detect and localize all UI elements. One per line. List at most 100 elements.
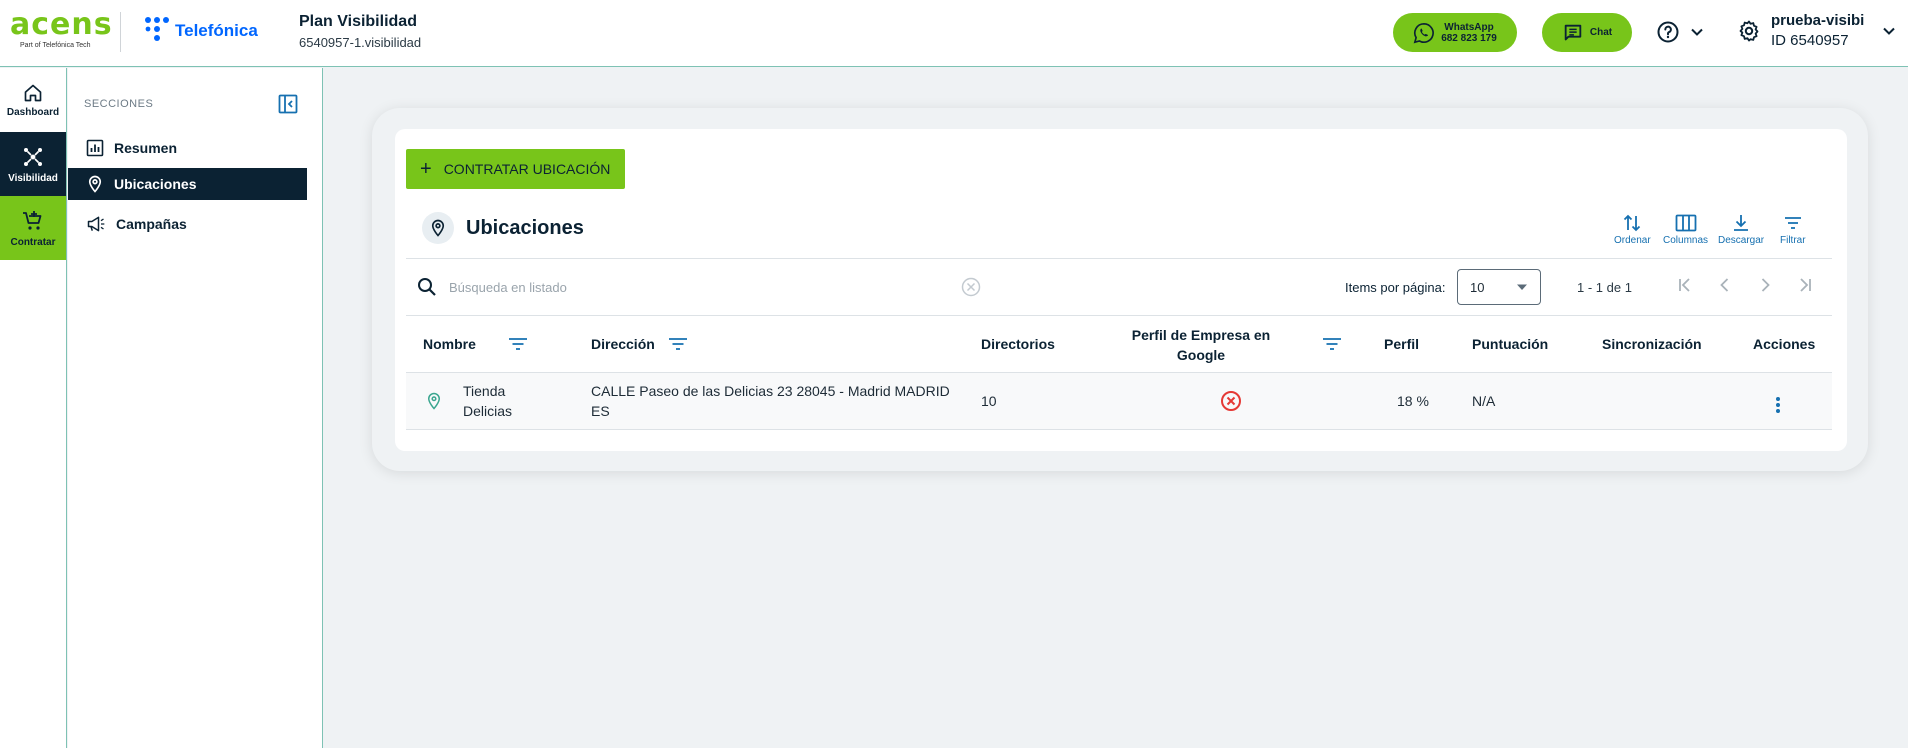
location-pin-icon bbox=[431, 219, 445, 237]
acens-tagline: Part of Telefónica Tech bbox=[20, 42, 91, 49]
whatsapp-number: 682 823 179 bbox=[1441, 32, 1497, 44]
user-name: prueba-visibi bbox=[1771, 12, 1865, 29]
cell-puntuacion: N/A bbox=[1472, 393, 1496, 409]
whatsapp-label: WhatsApp bbox=[1444, 21, 1494, 33]
column-header-direccion[interactable]: Dirección bbox=[591, 336, 655, 352]
column-header-perfil-google-line1: Perfil de Empresa en bbox=[1131, 327, 1271, 343]
help-circle-icon bbox=[1657, 21, 1679, 43]
column-header-nombre[interactable]: Nombre bbox=[423, 336, 476, 352]
rail-item-contratar[interactable]: Contratar bbox=[0, 196, 66, 260]
rail-item-dashboard[interactable]: Dashboard bbox=[0, 68, 66, 132]
location-pin-icon bbox=[88, 175, 102, 193]
divider bbox=[406, 258, 1832, 259]
cell-nombre-line1: Tienda bbox=[463, 383, 506, 399]
column-header-sincronizacion[interactable]: Sincronización bbox=[1602, 336, 1702, 352]
column-filter-icon[interactable] bbox=[508, 336, 528, 352]
cart-plus-icon bbox=[23, 210, 42, 230]
chat-bubble-icon bbox=[1564, 24, 1582, 40]
search-input[interactable]: Búsqueda en listado bbox=[449, 280, 567, 295]
sidebar-label-ubicaciones: Ubicaciones bbox=[114, 176, 197, 192]
error-circle-icon bbox=[1221, 391, 1241, 411]
divider bbox=[406, 315, 1832, 316]
top-header: acens Part of Telefónica Tech Telefónica… bbox=[0, 0, 1908, 67]
divider bbox=[406, 429, 1832, 430]
app-rail: Dashboard Visibilidad Contratar bbox=[0, 68, 67, 748]
download-label: Descargar bbox=[1718, 235, 1765, 246]
filter-button[interactable]: Filtrar bbox=[1780, 213, 1806, 246]
megaphone-icon bbox=[87, 216, 105, 232]
sidebar-label-campanas: Campañas bbox=[116, 216, 187, 232]
first-page-icon[interactable] bbox=[1676, 276, 1694, 294]
sidebar-collapse-icon bbox=[278, 94, 298, 114]
items-per-page-label: Items por página: bbox=[1345, 280, 1446, 295]
download-icon bbox=[1734, 215, 1749, 231]
cell-perfil: 18 % bbox=[1397, 393, 1429, 409]
columns-button[interactable]: Columnas bbox=[1663, 213, 1708, 246]
sidebar-item-resumen[interactable]: Resumen bbox=[68, 132, 307, 164]
column-header-puntuacion[interactable]: Puntuación bbox=[1472, 336, 1548, 352]
help-menu[interactable] bbox=[1656, 20, 1704, 44]
network-icon bbox=[24, 147, 42, 166]
whatsapp-button[interactable]: WhatsApp 682 823 179 bbox=[1393, 13, 1517, 52]
add-location-button[interactable]: + CONTRATAR UBICACIÓN bbox=[406, 149, 625, 189]
acens-logo[interactable]: acens Part of Telefónica Tech bbox=[10, 7, 113, 54]
plan-info: Plan Visibilidad 6540957-1.visibilidad bbox=[299, 13, 421, 50]
list-title-text: Ubicaciones bbox=[466, 216, 584, 239]
sidebar-item-campanas[interactable]: Campañas bbox=[68, 208, 307, 240]
logo-divider bbox=[120, 12, 121, 52]
column-header-perfil-google[interactable]: Perfil de Empresa en Google bbox=[1120, 325, 1282, 365]
chat-label: Chat bbox=[1589, 27, 1613, 38]
cell-direccion: CALLE Paseo de las Delicias 23 28045 - M… bbox=[591, 381, 950, 421]
columns-label: Columnas bbox=[1663, 235, 1709, 246]
column-header-directorios[interactable]: Directorios bbox=[981, 336, 1055, 352]
cell-direccion-line1: CALLE Paseo de las Delicias 23 28045 - M… bbox=[591, 383, 950, 399]
items-per-page-value: 10 bbox=[1470, 279, 1485, 295]
chart-icon bbox=[86, 139, 104, 157]
rail-item-visibilidad[interactable]: Visibilidad bbox=[0, 132, 66, 196]
collapse-sidebar-button[interactable] bbox=[278, 94, 298, 119]
clear-search-icon[interactable] bbox=[961, 277, 981, 297]
column-header-perfil[interactable]: Perfil bbox=[1384, 336, 1419, 352]
cell-directorios: 10 bbox=[981, 393, 997, 409]
list-title-icon-wrap bbox=[422, 212, 454, 244]
chevron-down-icon bbox=[1691, 28, 1703, 36]
rail-label-contratar: Contratar bbox=[10, 236, 56, 248]
next-page-icon[interactable] bbox=[1756, 276, 1774, 294]
more-vertical-icon[interactable] bbox=[1775, 396, 1781, 414]
items-per-page-select[interactable]: 10 bbox=[1457, 269, 1541, 305]
list-title: Ubicaciones bbox=[422, 212, 584, 244]
rail-label-dashboard: Dashboard bbox=[6, 106, 60, 118]
sort-icon bbox=[1624, 214, 1641, 232]
previous-page-icon[interactable] bbox=[1716, 276, 1734, 294]
sort-label: Ordenar bbox=[1614, 235, 1651, 246]
sections-sidebar: SECCIONES Resumen Ubicaciones Campañas bbox=[68, 68, 323, 748]
filter-icon bbox=[1784, 217, 1801, 229]
sort-button[interactable]: Ordenar bbox=[1614, 213, 1651, 246]
dropdown-arrow-icon bbox=[1517, 284, 1527, 290]
plus-icon: + bbox=[420, 157, 432, 180]
acens-wordmark: acens bbox=[10, 7, 113, 42]
sidebar-item-ubicaciones[interactable]: Ubicaciones bbox=[68, 168, 307, 200]
columns-icon bbox=[1675, 214, 1696, 232]
telefonica-dots-icon bbox=[145, 17, 169, 41]
chat-button[interactable]: Chat bbox=[1542, 13, 1632, 52]
cell-nombre[interactable]: Tienda Delicias bbox=[463, 381, 512, 421]
location-pin-icon bbox=[427, 392, 441, 410]
chevron-down-icon bbox=[1883, 27, 1896, 35]
telefonica-wordmark: Telefónica bbox=[175, 21, 258, 40]
download-button[interactable]: Descargar bbox=[1718, 213, 1764, 246]
last-page-icon[interactable] bbox=[1796, 276, 1814, 294]
search-icon bbox=[418, 278, 436, 296]
cell-direccion-line2: ES bbox=[591, 403, 610, 419]
user-menu[interactable]: prueba-visibi ID 6540957 bbox=[1737, 12, 1896, 49]
rail-label-visibilidad: Visibilidad bbox=[8, 172, 58, 184]
column-filter-icon[interactable] bbox=[1322, 336, 1342, 352]
add-location-label: CONTRATAR UBICACIÓN bbox=[443, 161, 611, 177]
column-header-perfil-google-line2: Google bbox=[1176, 347, 1226, 363]
gear-icon bbox=[1739, 20, 1759, 41]
telefonica-logo: Telefónica bbox=[143, 16, 258, 46]
whatsapp-icon bbox=[1413, 22, 1435, 43]
plan-title: Plan Visibilidad bbox=[299, 13, 417, 30]
user-id: ID 6540957 bbox=[1771, 32, 1849, 49]
column-filter-icon[interactable] bbox=[668, 336, 688, 352]
